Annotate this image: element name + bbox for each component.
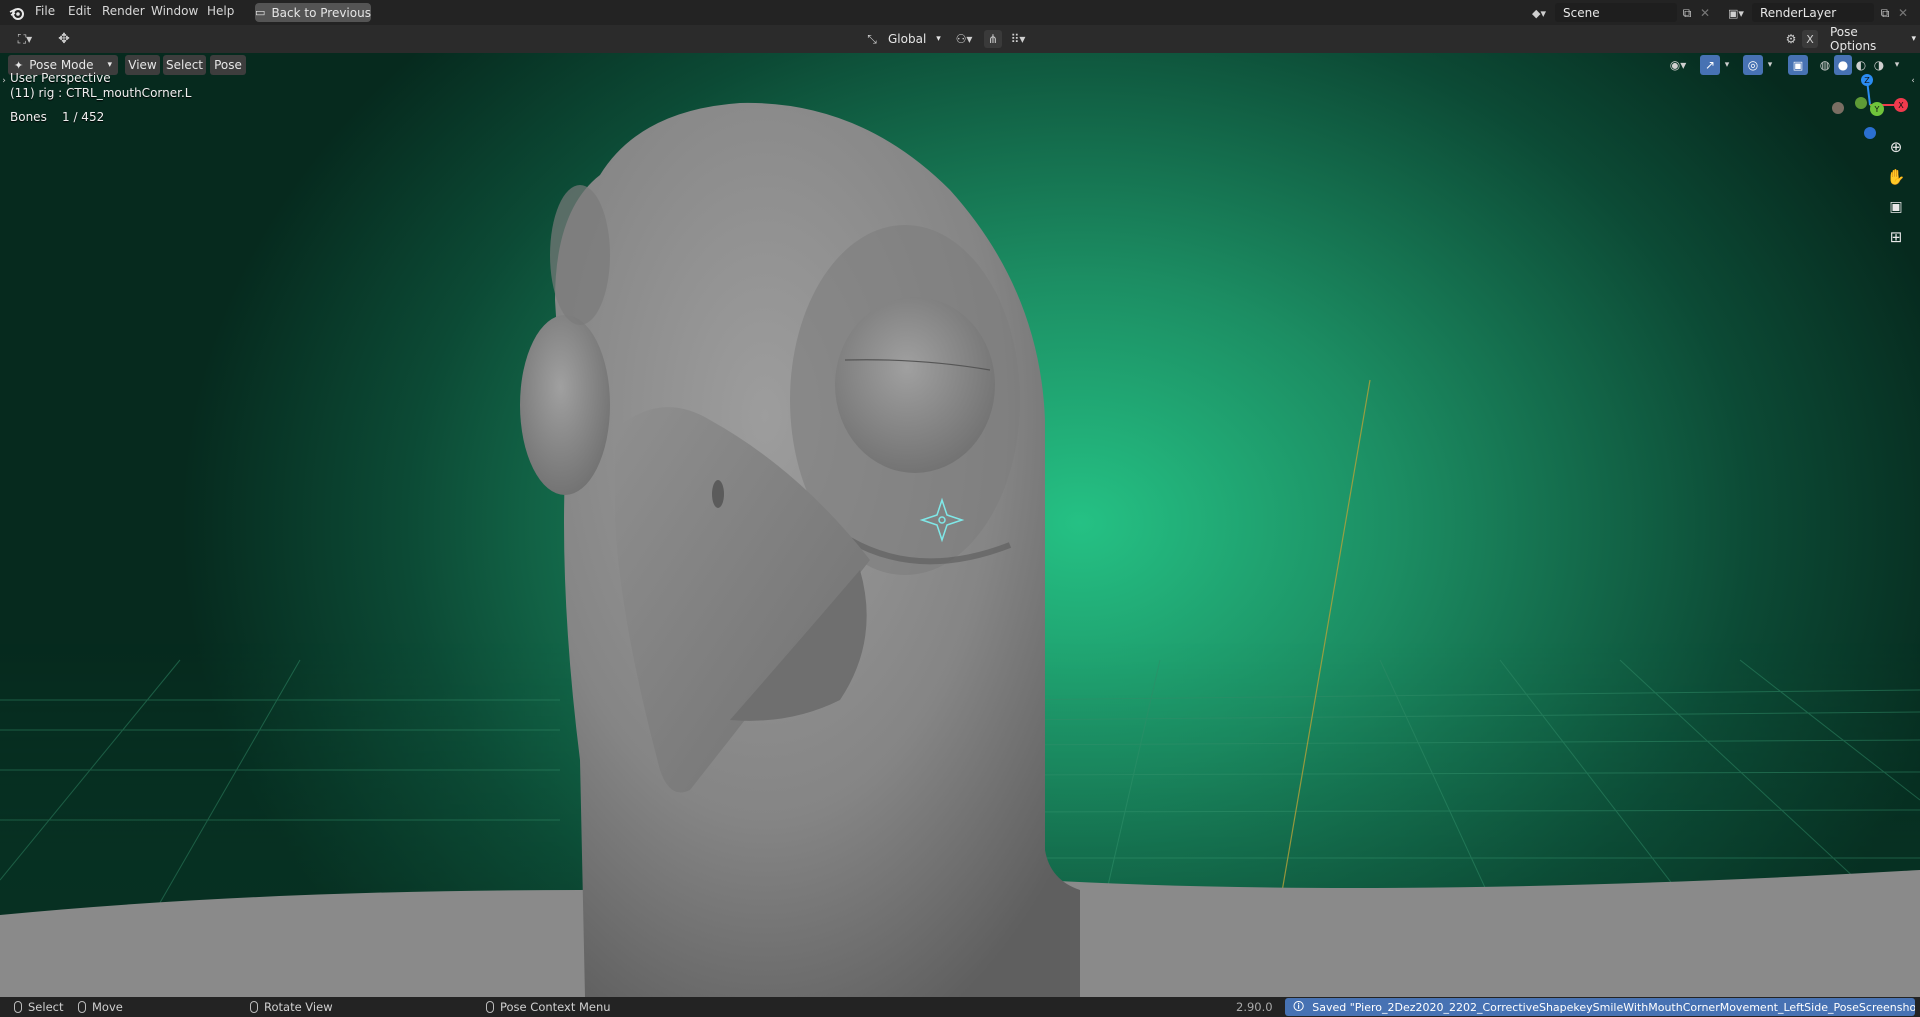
status-bar: Select Move Rotate View Pose Context Men… bbox=[0, 997, 1920, 1017]
pose-options-icon[interactable]: ⚙ bbox=[1782, 30, 1800, 48]
blender-logo-icon[interactable] bbox=[8, 4, 26, 22]
status-report-message: Saved "Piero_2Dez2020_2202_CorrectiveSha… bbox=[1312, 1000, 1915, 1014]
back-to-previous-button[interactable]: ▭ Back to Previous bbox=[255, 3, 371, 22]
view-menu[interactable]: View bbox=[125, 55, 160, 75]
transform-orientation-dropdown[interactable]: Global ▾ bbox=[880, 29, 942, 49]
transform-tool-icon[interactable]: ✥ bbox=[52, 30, 76, 48]
left-eye-mesh bbox=[520, 315, 610, 495]
select-menu[interactable]: Select bbox=[163, 55, 206, 75]
3d-viewport[interactable]: ✦ Pose Mode ▾ View Select Pose ◉▾ ↗ ▾ ◎ … bbox=[0, 53, 1920, 997]
mouse-middle-icon bbox=[250, 1001, 258, 1013]
viewport-scene bbox=[0, 102, 1920, 997]
render-layer-selector-icon[interactable]: ▣▾ bbox=[1722, 4, 1750, 22]
nostril bbox=[712, 480, 724, 508]
screen-icon: ▭ bbox=[255, 6, 266, 19]
blender-version: 2.90.0 bbox=[1236, 1000, 1273, 1014]
x-mirror-toggle[interactable]: X bbox=[1802, 30, 1818, 48]
perspective-toggle-icon[interactable]: ⊞ bbox=[1882, 223, 1910, 251]
gizmo-neg-z-axis bbox=[1864, 127, 1876, 139]
visibility-icon[interactable]: ◉▾ bbox=[1663, 55, 1693, 75]
snap-toggle-icon[interactable]: ⋔ bbox=[984, 30, 1002, 48]
status-select-hint: Select bbox=[14, 1000, 63, 1014]
pose-options-dropdown[interactable]: Pose Options ▾ bbox=[1826, 25, 1916, 53]
pose-menu[interactable]: Pose bbox=[210, 55, 246, 75]
editor-type-icon[interactable]: ⛶▾ bbox=[10, 30, 40, 48]
status-move-label: Move bbox=[92, 1000, 123, 1014]
overlays-toggle-icon[interactable]: ◎ bbox=[1743, 55, 1763, 75]
status-context-hint: Pose Context Menu bbox=[486, 1000, 611, 1014]
pose-options-label: Pose Options bbox=[1830, 25, 1877, 53]
menu-render[interactable]: Render bbox=[102, 4, 145, 18]
status-rotate-label: Rotate View bbox=[264, 1000, 333, 1014]
gizmo-toggle-icon[interactable]: ↗ bbox=[1700, 55, 1720, 75]
status-context-label: Pose Context Menu bbox=[500, 1000, 611, 1014]
delete-render-layer-icon[interactable]: ✕ bbox=[1894, 4, 1912, 22]
gizmo-neg-y-axis bbox=[1855, 97, 1867, 109]
chevron-down-icon: ▾ bbox=[1911, 34, 1916, 44]
bones-stat-label: Bones bbox=[10, 110, 47, 124]
pose-mode-icon: ✦ bbox=[14, 58, 24, 72]
menu-file[interactable]: File bbox=[35, 4, 55, 18]
status-rotate-hint: Rotate View bbox=[250, 1000, 333, 1014]
orientation-icon: ⤡ bbox=[867, 31, 877, 46]
pose-menu-label: Pose bbox=[214, 58, 242, 72]
view-menu-label: View bbox=[128, 58, 157, 72]
right-eye-mesh bbox=[835, 297, 995, 473]
gizmo-z-label: Z bbox=[1864, 76, 1870, 85]
mode-value: Pose Mode bbox=[29, 58, 94, 72]
new-scene-icon[interactable]: ⧉ bbox=[1678, 4, 1696, 22]
render-layer-field[interactable]: RenderLayer bbox=[1752, 3, 1874, 22]
scene-name-field[interactable]: Scene bbox=[1555, 3, 1677, 22]
overlays-dropdown-icon[interactable]: ▾ bbox=[1763, 55, 1777, 75]
top-menu-bar: File Edit Render Window Help ▭ Back to P… bbox=[0, 0, 1920, 25]
gizmo-neg-x-axis bbox=[1832, 102, 1844, 114]
zoom-icon[interactable]: ⊕ bbox=[1882, 133, 1910, 161]
scene-selector-icon[interactable]: ◆▾ bbox=[1525, 4, 1553, 22]
back-to-previous-label: Back to Previous bbox=[271, 5, 371, 20]
camera-view-icon[interactable]: ▣ bbox=[1882, 193, 1910, 221]
mouse-drag-icon bbox=[78, 1001, 86, 1013]
pivot-point-icon[interactable]: ⚇▾ bbox=[950, 30, 978, 48]
snap-target-icon[interactable]: ⠿▾ bbox=[1004, 30, 1032, 48]
toolbar-toggle-icon[interactable]: › bbox=[0, 73, 8, 89]
new-render-layer-icon[interactable]: ⧉ bbox=[1876, 4, 1894, 22]
gizmo-y-label: Y bbox=[1874, 105, 1880, 114]
bones-stat-value: 1 / 452 bbox=[62, 110, 105, 124]
xray-toggle-icon[interactable]: ▣ bbox=[1788, 55, 1808, 75]
delete-scene-icon[interactable]: ✕ bbox=[1696, 4, 1714, 22]
scene-name-value: Scene bbox=[1563, 5, 1600, 20]
status-select-label: Select bbox=[28, 1000, 64, 1014]
gizmo-x-label: X bbox=[1898, 101, 1904, 110]
status-report[interactable]: 🛈 Saved "Piero_2Dez2020_2202_CorrectiveS… bbox=[1285, 998, 1915, 1016]
active-object-label: (11) rig : CTRL_mouthCorner.L bbox=[10, 86, 192, 100]
tool-settings-header: ⛶▾ ✥ ⤡ Global ▾ ⚇▾ ⋔ ⠿▾ ⚙ X Pose Options… bbox=[0, 25, 1920, 53]
transform-orientation-value: Global bbox=[888, 32, 927, 46]
status-move-hint: Move bbox=[78, 1000, 123, 1014]
left-brow-mesh bbox=[550, 185, 610, 325]
menu-window[interactable]: Window bbox=[151, 4, 198, 18]
render-layer-value: RenderLayer bbox=[1760, 5, 1837, 20]
info-icon: 🛈 bbox=[1293, 999, 1305, 1013]
viewport-perspective-label: User Perspective bbox=[10, 71, 111, 85]
menu-help[interactable]: Help bbox=[207, 4, 234, 18]
chevron-down-icon: ▾ bbox=[936, 34, 941, 44]
select-menu-label: Select bbox=[165, 58, 204, 72]
gizmo-dropdown-icon[interactable]: ▾ bbox=[1720, 55, 1734, 75]
chevron-down-icon: ▾ bbox=[107, 60, 112, 70]
mouse-left-icon bbox=[14, 1001, 22, 1013]
mouse-right-icon bbox=[486, 1001, 494, 1013]
hand-pan-icon[interactable]: ✋ bbox=[1882, 163, 1910, 191]
menu-edit[interactable]: Edit bbox=[68, 4, 91, 18]
